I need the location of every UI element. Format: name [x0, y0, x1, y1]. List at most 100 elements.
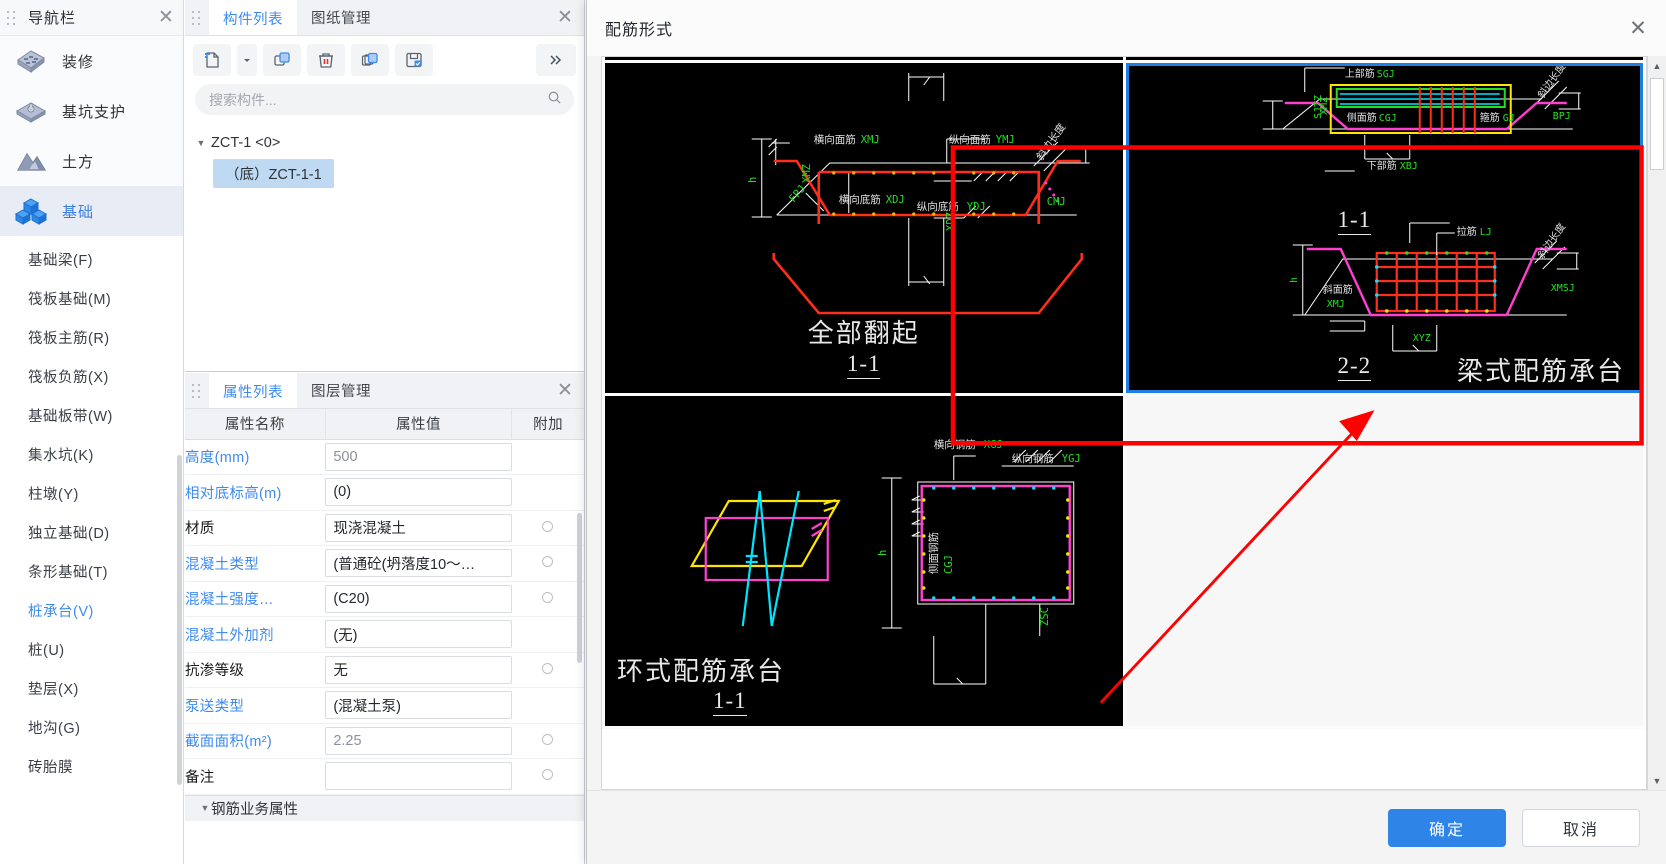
tab-drawing-management[interactable]: 图纸管理 — [297, 0, 385, 35]
tree-root-label: ZCT-1 <0> — [211, 135, 281, 151]
table-row: 截面面积(m²) 2.25 — [185, 723, 584, 759]
property-value-cell[interactable]: 无 — [325, 652, 512, 688]
diagram-cell-ring-reinforced-cap[interactable]: 横向钢筋 XGJ 纵向钢筋 YGJ 侧面钢筋 CGJ h ZSC 环式配筋承台 1-… — [605, 396, 1123, 726]
nav-module-earthwork[interactable]: 土方 — [0, 136, 183, 186]
diagram-cell-partial-top-right[interactable] — [1125, 57, 1643, 60]
attach-radio-icon[interactable] — [542, 556, 554, 568]
sidebar-item-cushion[interactable]: 垫层(X) — [0, 669, 183, 708]
new-component-button[interactable] — [193, 44, 231, 76]
confirm-button[interactable]: 确定 — [1388, 808, 1506, 847]
diagram-cell-beam-reinforced-cap[interactable]: 上部筋 SGJ 侧面筋 CGJ 箍筋 GJ 下部筋 XBJ BPJ XMZ SJTZ 斜… — [1125, 63, 1643, 393]
sidebar-item-isolated-foundation[interactable]: 独立基础(D) — [0, 513, 183, 552]
expand-toolbar-button[interactable] — [536, 44, 576, 76]
diagram-grid-viewport[interactable]: 横向面筋 XMJ 纵向面筋 YMJ 横向底筋 XDJ 纵向底筋 YDJ CMJ h FP… — [601, 56, 1647, 790]
search-input[interactable] — [207, 90, 547, 109]
sidebar-item-sump[interactable]: 集水坑(K) — [0, 435, 183, 474]
drag-handle-icon[interactable] — [191, 382, 203, 399]
search-icon[interactable] — [547, 90, 562, 110]
tab-property-list[interactable]: 属性列表 — [209, 373, 297, 408]
sub-item-label: 桩(U) — [28, 643, 65, 659]
tab-label: 图纸管理 — [311, 11, 371, 27]
drag-handle-icon[interactable] — [6, 9, 18, 26]
tab-layer-management[interactable]: 图层管理 — [297, 373, 385, 408]
cancel-button[interactable]: 取消 — [1522, 808, 1640, 847]
attach-radio-icon[interactable] — [542, 662, 554, 674]
attach-radio-icon[interactable] — [542, 733, 554, 745]
nav-module-label: 基础 — [62, 203, 95, 221]
sidebar-item-foundation-beam[interactable]: 基础梁(F) — [0, 240, 183, 279]
property-value-cell[interactable]: (普通砼(坍落度10～… — [325, 545, 512, 582]
sidebar-item-pile-cap[interactable]: 桩承台(V) — [0, 591, 183, 630]
foundation-sub-list: 基础梁(F) 筏板基础(M) 筏板主筋(R) 筏板负筋(X) 基础板带(W) 集… — [0, 236, 183, 786]
diagram-cell-partial-top-left[interactable] — [605, 57, 1123, 60]
property-value: (混凝土泵) — [325, 691, 512, 720]
sidebar-item-raft-negative-bar[interactable]: 筏板负筋(X) — [0, 357, 183, 396]
foundation-icon — [14, 196, 48, 226]
sidebar-item-raft-main-bar[interactable]: 筏板主筋(R) — [0, 318, 183, 357]
property-value: 2.25 — [325, 726, 512, 755]
property-attach[interactable] — [511, 545, 584, 582]
svg-text:斜边长度: 斜边长度 — [1034, 120, 1069, 162]
property-attach[interactable] — [511, 758, 584, 795]
triangle-up-icon[interactable]: ▲ — [1648, 56, 1666, 75]
sidebar-item-raft-foundation[interactable]: 筏板基础(M) — [0, 279, 183, 318]
svg-text:LJ: LJ — [1479, 227, 1491, 238]
sub-item-label: 筏板基础(M) — [28, 292, 112, 308]
new-component-dropdown[interactable] — [237, 44, 257, 76]
caret-down-icon[interactable]: ▼ — [199, 803, 211, 813]
svg-text:XMJ: XMJ — [1326, 299, 1344, 310]
property-value-cell[interactable]: (混凝土泵) — [325, 687, 512, 724]
save-component-button[interactable] — [395, 44, 433, 76]
attach-radio-icon[interactable] — [542, 769, 554, 781]
close-icon[interactable]: ✕ — [151, 3, 181, 33]
property-scrollbar[interactable] — [577, 513, 582, 663]
triangle-down-icon[interactable]: ▼ — [1648, 771, 1666, 790]
property-attach[interactable] — [511, 510, 584, 546]
close-icon[interactable]: ✕ — [550, 3, 580, 33]
property-value-cell[interactable]: 现浇混凝土 — [325, 510, 512, 546]
property-value-cell[interactable]: (C20) — [325, 581, 512, 617]
property-value-cell[interactable]: (无) — [325, 616, 512, 653]
property-attach[interactable] — [511, 652, 584, 688]
copy-component-button[interactable] — [263, 44, 301, 76]
sidebar-item-column-pier[interactable]: 柱墩(Y) — [0, 474, 183, 513]
sidebar-item-strip-foundation[interactable]: 条形基础(T) — [0, 552, 183, 591]
tree-root-node[interactable]: ▼ ZCT-1 <0> — [185, 131, 584, 155]
property-value: 现浇混凝土 — [325, 513, 512, 542]
sidebar-item-pile[interactable]: 桩(U) — [0, 630, 183, 669]
svg-text:YDJ: YDJ — [967, 201, 986, 213]
sidebar-item-brick-formwork[interactable]: 砖胎膜 — [0, 747, 183, 786]
svg-text:h: h — [747, 177, 759, 183]
property-group-row[interactable]: ▼ 钢筋业务属性 — [185, 794, 584, 821]
nav-module-foundation-pit-support[interactable]: 基坑支护 — [0, 86, 183, 136]
tab-component-list[interactable]: 构件列表 — [209, 0, 297, 35]
property-value-cell[interactable]: (0) — [325, 474, 512, 511]
sidebar-item-foundation-slab-band[interactable]: 基础板带(W) — [0, 396, 183, 435]
drag-handle-icon[interactable] — [191, 9, 203, 26]
property-name: 高度(mm) — [185, 439, 326, 475]
navigation-scrollbar[interactable] — [177, 455, 182, 785]
svg-text:ZSC: ZSC — [1039, 607, 1051, 626]
scrollbar-thumb[interactable] — [1650, 78, 1664, 170]
nav-module-foundation[interactable]: 基础 — [0, 186, 183, 236]
property-value-cell[interactable]: 2.25 — [325, 723, 512, 759]
property-attach[interactable] — [511, 581, 584, 617]
tree-leaf-node[interactable]: （底）ZCT-1-1 — [213, 159, 334, 188]
search-component-box[interactable] — [195, 84, 574, 115]
attach-radio-icon[interactable] — [542, 520, 554, 532]
component-toolbar — [185, 36, 584, 84]
duplicate-component-button[interactable] — [351, 44, 389, 76]
sidebar-item-trench[interactable]: 地沟(G) — [0, 708, 183, 747]
property-value-cell[interactable]: 500 — [325, 439, 512, 475]
nav-module-decoration[interactable]: 装修 — [0, 36, 183, 86]
close-icon[interactable]: ✕ — [550, 376, 580, 406]
caret-down-icon[interactable]: ▼ — [195, 138, 207, 148]
property-attach[interactable] — [511, 723, 584, 759]
delete-component-button[interactable] — [307, 44, 345, 76]
close-icon[interactable]: ✕ — [1618, 8, 1658, 48]
attach-radio-icon[interactable] — [542, 591, 554, 603]
diagram-cell-all-turned-up[interactable]: 横向面筋 XMJ 纵向面筋 YMJ 横向底筋 XDJ 纵向底筋 YDJ CMJ h FP… — [605, 63, 1123, 393]
svg-text:CGJ: CGJ — [943, 555, 955, 574]
dialog-scrollbar[interactable]: ▲ ▼ — [1647, 56, 1666, 790]
property-value-cell[interactable] — [325, 758, 512, 795]
